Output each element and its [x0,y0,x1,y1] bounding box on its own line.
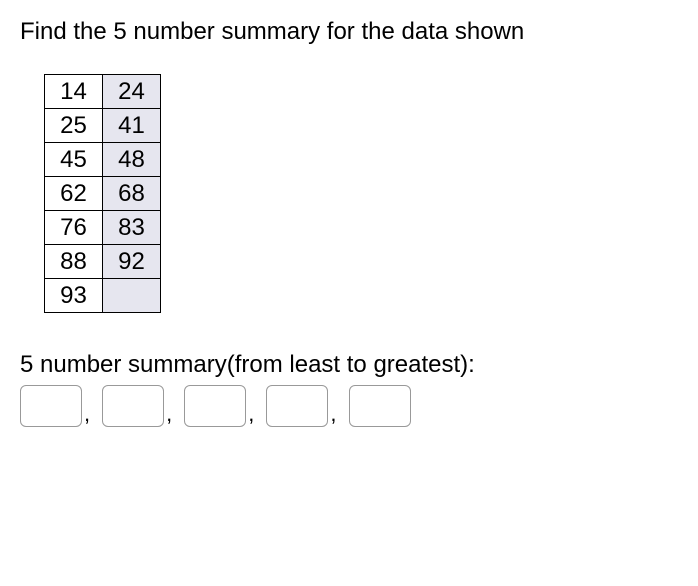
table-row: 14 24 [45,75,161,109]
table-row: 25 41 [45,109,161,143]
data-cell: 48 [103,143,161,177]
answer-input-1[interactable] [20,385,82,427]
separator-comma: , [248,401,254,427]
answer-input-4[interactable] [266,385,328,427]
table-row: 76 83 [45,211,161,245]
table-row: 93 [45,279,161,313]
data-cell: 14 [45,75,103,109]
data-cell: 76 [45,211,103,245]
answer-row: , , , , [20,385,678,427]
data-cell [103,279,161,313]
data-table: 14 24 25 41 45 48 62 68 76 83 88 92 93 [44,74,161,313]
data-cell: 83 [103,211,161,245]
answer-input-2[interactable] [102,385,164,427]
data-cell: 88 [45,245,103,279]
table-row: 62 68 [45,177,161,211]
separator-comma: , [84,401,90,427]
separator-comma: , [330,401,336,427]
summary-label: 5 number summary(from least to greatest)… [20,351,678,379]
data-cell: 24 [103,75,161,109]
data-cell: 68 [103,177,161,211]
data-cell: 45 [45,143,103,177]
table-row: 88 92 [45,245,161,279]
separator-comma: , [166,401,172,427]
answer-input-3[interactable] [184,385,246,427]
table-row: 45 48 [45,143,161,177]
data-cell: 62 [45,177,103,211]
data-cell: 41 [103,109,161,143]
question-text: Find the 5 number summary for the data s… [20,18,678,46]
data-cell: 25 [45,109,103,143]
answer-input-5[interactable] [349,385,411,427]
data-cell: 93 [45,279,103,313]
data-cell: 92 [103,245,161,279]
